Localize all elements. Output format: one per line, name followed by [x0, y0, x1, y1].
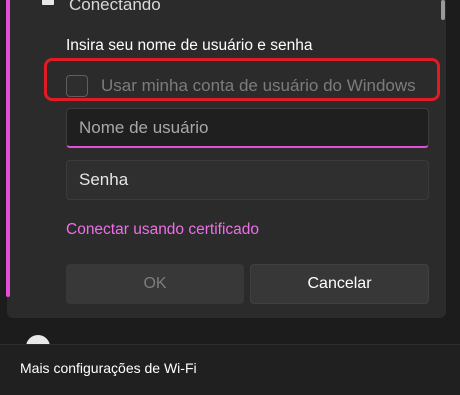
connect-with-certificate-link[interactable]: Conectar usando certificado	[66, 221, 259, 239]
username-field[interactable]: Nome de usuário	[66, 108, 429, 148]
selected-network-accent	[6, 0, 10, 297]
highlight-annotation	[44, 58, 440, 101]
wifi-flyout: Conectando Insira seu nome de usuário e …	[0, 0, 460, 347]
ok-button[interactable]: OK	[66, 264, 244, 304]
more-wifi-settings-link[interactable]: Mais configurações de Wi-Fi	[20, 360, 197, 376]
scrollbar-thumb[interactable]	[441, 0, 445, 20]
password-placeholder: Senha	[79, 170, 129, 189]
password-field[interactable]: Senha	[66, 160, 429, 200]
credentials-prompt: Insira seu nome de usuário e senha	[66, 37, 313, 54]
cancel-button[interactable]: Cancelar	[250, 264, 429, 304]
wifi-icon	[42, 0, 54, 5]
connection-status: Conectando	[69, 0, 161, 14]
username-placeholder: Nome de usuário	[79, 117, 209, 137]
